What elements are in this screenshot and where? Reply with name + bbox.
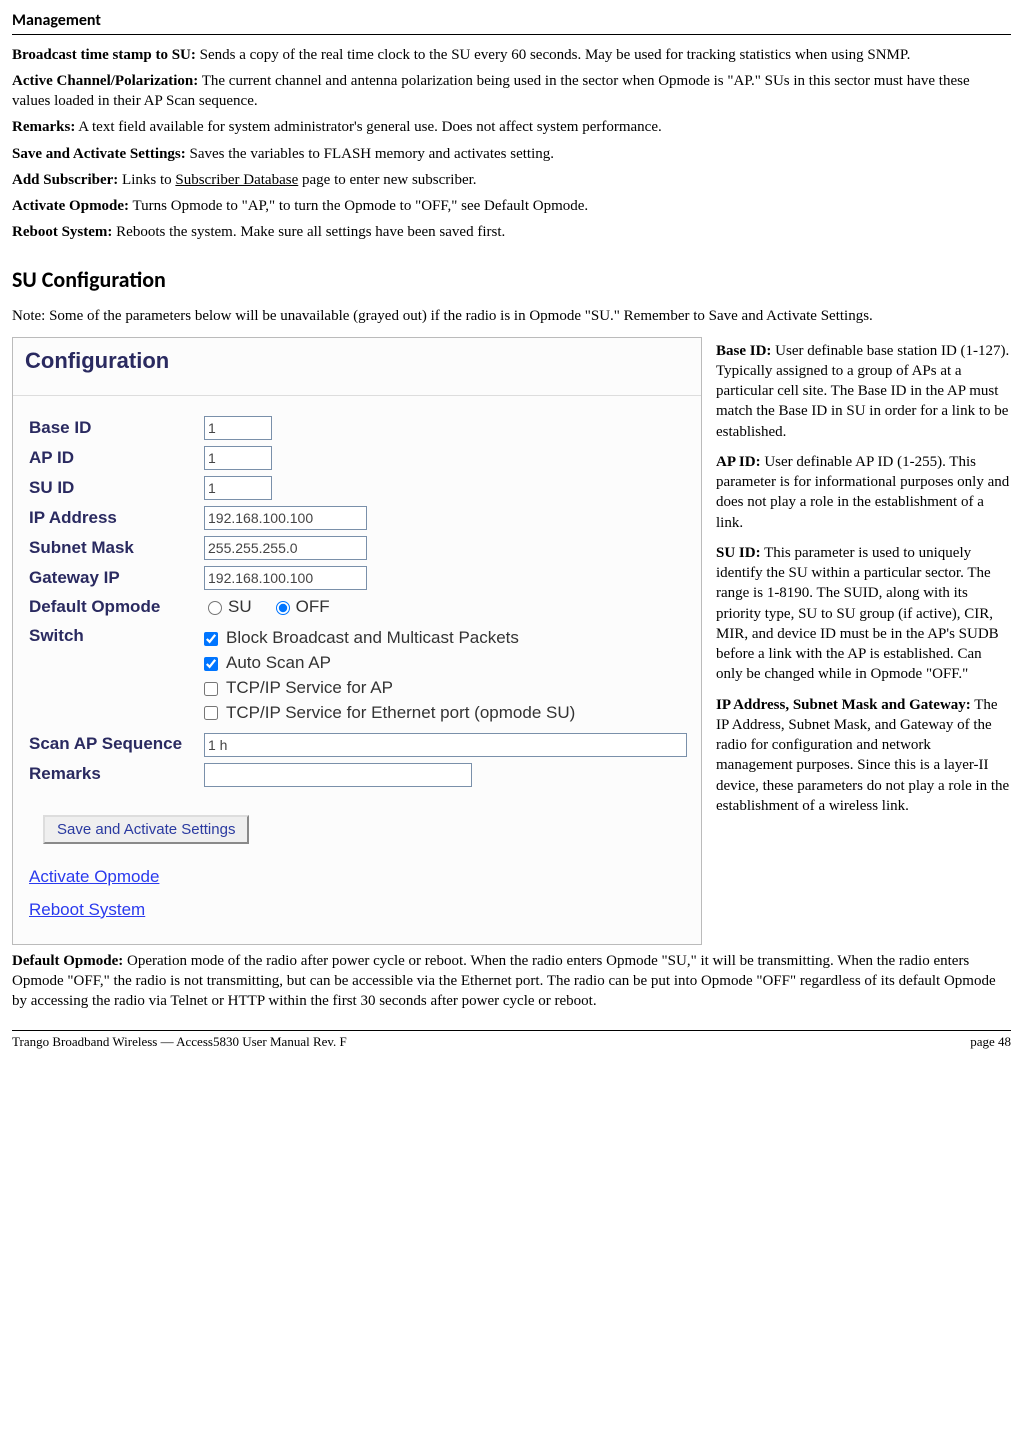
gateway-ip-label: Gateway IP <box>29 567 204 590</box>
opmode-su-radio[interactable] <box>208 601 222 615</box>
page-footer: Trango Broadband Wireless — Access5830 U… <box>12 1030 1011 1051</box>
switch-block-broadcast-label: Block Broadcast and Multicast Packets <box>226 627 519 650</box>
section-note: Note: Some of the parameters below will … <box>12 306 1011 326</box>
switch-auto-scan-checkbox[interactable] <box>204 657 218 671</box>
side-definitions: Base ID: User definable base station ID … <box>716 337 1011 827</box>
ip-address-input[interactable] <box>204 506 367 530</box>
remarks-input[interactable] <box>204 763 472 787</box>
opmode-su-label: SU <box>228 596 252 619</box>
activate-opmode-link[interactable]: Activate Opmode <box>29 866 685 889</box>
para-broadcast: Broadcast time stamp to SU: Sends a copy… <box>12 45 1011 65</box>
para-save-activate: Save and Activate Settings: Saves the va… <box>12 144 1011 164</box>
su-id-label: SU ID <box>29 477 204 500</box>
save-activate-button[interactable]: Save and Activate Settings <box>43 815 249 844</box>
ap-id-label: AP ID <box>29 447 204 470</box>
base-id-input[interactable] <box>204 416 272 440</box>
opmode-off-radio[interactable] <box>276 601 290 615</box>
para-add-subscriber: Add Subscriber: Links to Subscriber Data… <box>12 170 1011 190</box>
para-reboot: Reboot System: Reboots the system. Make … <box>12 222 1011 242</box>
para-default-opmode: Default Opmode: Operation mode of the ra… <box>12 951 1011 1012</box>
switch-tcpip-eth-checkbox[interactable] <box>204 706 218 720</box>
configuration-panel: Configuration Base ID AP ID SU ID IP Add… <box>12 337 702 945</box>
subscriber-db-link[interactable]: Subscriber Database <box>175 172 298 188</box>
switch-tcpip-ap-checkbox[interactable] <box>204 682 218 696</box>
subnet-mask-label: Subnet Mask <box>29 537 204 560</box>
footer-left: Trango Broadband Wireless — Access5830 U… <box>12 1033 347 1051</box>
page-header: Management <box>12 10 1011 35</box>
gateway-ip-input[interactable] <box>204 566 367 590</box>
config-title: Configuration <box>13 338 701 397</box>
footer-right: page 48 <box>970 1033 1011 1051</box>
default-opmode-label: Default Opmode <box>29 596 204 619</box>
switch-block-broadcast-checkbox[interactable] <box>204 632 218 646</box>
remarks-field-label: Remarks <box>29 763 204 786</box>
section-title: SU Configuration <box>12 265 1011 295</box>
subnet-mask-input[interactable] <box>204 536 367 560</box>
su-id-input[interactable] <box>204 476 272 500</box>
ap-id-input[interactable] <box>204 446 272 470</box>
switch-tcpip-ap-label: TCP/IP Service for AP <box>226 677 393 700</box>
para-remarks: Remarks: A text field available for syst… <box>12 117 1011 137</box>
ip-address-label: IP Address <box>29 507 204 530</box>
para-activate-opmode: Activate Opmode: Turns Opmode to "AP," t… <box>12 196 1011 216</box>
switch-auto-scan-label: Auto Scan AP <box>226 652 331 675</box>
scan-ap-label: Scan AP Sequence <box>29 733 204 756</box>
reboot-system-link[interactable]: Reboot System <box>29 899 685 922</box>
base-id-label: Base ID <box>29 417 204 440</box>
switch-tcpip-eth-label: TCP/IP Service for Ethernet port (opmode… <box>226 702 575 725</box>
opmode-off-label: OFF <box>296 596 330 619</box>
scan-ap-input[interactable] <box>204 733 687 757</box>
switch-label: Switch <box>29 625 204 648</box>
para-active-channel: Active Channel/Polarization: The current… <box>12 71 1011 112</box>
